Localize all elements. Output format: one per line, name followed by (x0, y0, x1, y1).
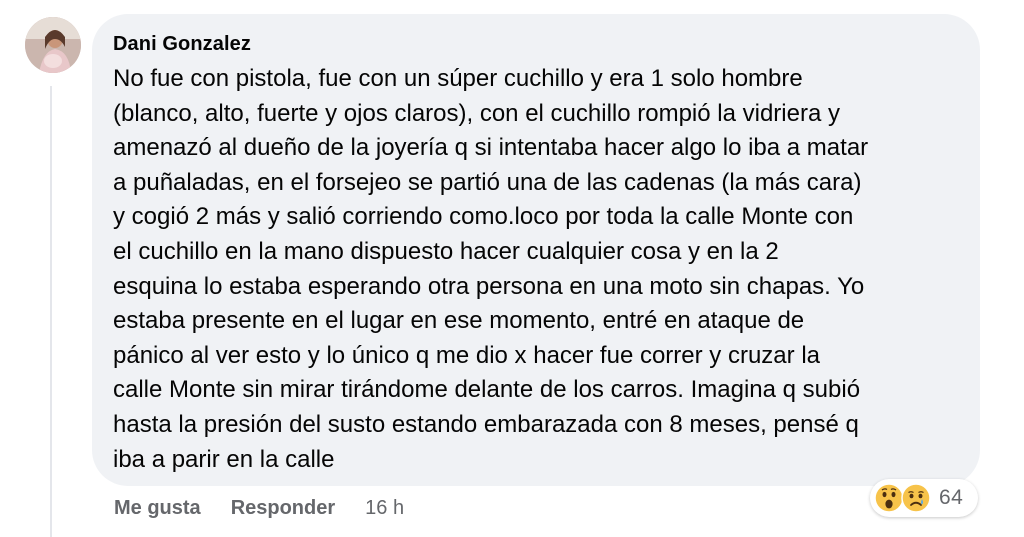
like-button[interactable]: Me gusta (114, 497, 201, 520)
avatar-photo (25, 17, 81, 73)
sad-emoji-icon (901, 483, 931, 513)
comment-timestamp[interactable]: 16 h (365, 497, 404, 520)
reaction-summary[interactable]: 64 (870, 479, 978, 517)
avatar[interactable] (25, 17, 81, 73)
reaction-count: 64 (939, 486, 964, 509)
comment-thread: Dani Gonzalez No fue con pistola, fue co… (0, 0, 1024, 537)
comment-bubble: Dani Gonzalez No fue con pistola, fue co… (92, 14, 980, 486)
reply-button[interactable]: Responder (231, 497, 335, 520)
comment-actions: Me gusta Responder 16 h (114, 497, 404, 520)
comment-text: No fue con pistola, fue con un súper cuc… (113, 65, 869, 473)
thread-connector-line (50, 86, 52, 537)
comment-author[interactable]: Dani Gonzalez (113, 30, 960, 58)
wow-emoji-icon (874, 483, 904, 513)
